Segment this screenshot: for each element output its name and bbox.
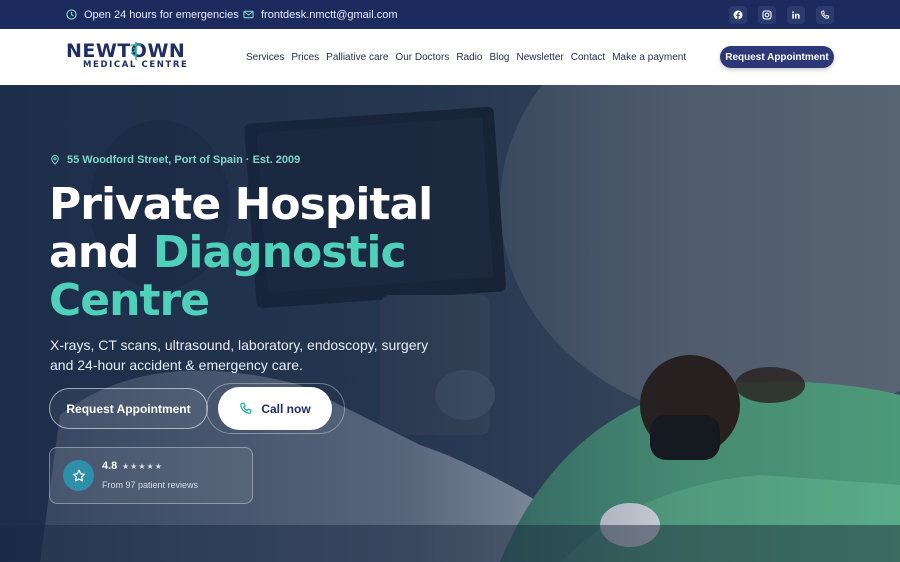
nav-item-palliative-care[interactable]: Palliative care — [326, 52, 388, 63]
phone-icon — [821, 10, 830, 19]
address-text: 55 Woodford Street, Port of Spain · Est.… — [67, 154, 301, 166]
phone-icon — [240, 401, 253, 414]
top-bar: Open 24 hours for emergencies frontdesk.… — [0, 0, 900, 29]
nav-item-services[interactable]: Services — [246, 52, 284, 63]
call-now-button[interactable]: Call now — [218, 387, 332, 430]
nav-item-contact[interactable]: Contact — [571, 52, 605, 63]
call-now-label: Call now — [261, 401, 311, 416]
rating-note: From 97 patient reviews — [102, 480, 199, 490]
clock-icon — [66, 9, 77, 20]
mail-icon — [243, 10, 254, 19]
facebook-icon — [733, 10, 743, 20]
rating-card: 4.8 ★★★★★ From 97 patient reviews — [49, 447, 253, 504]
hero-headline: Private Hospital and Diagnostic Centre — [49, 179, 433, 326]
nav-item-newsletter[interactable]: Newsletter — [516, 52, 563, 63]
email-text: frontdesk.nmctt@gmail.com — [261, 8, 398, 21]
email-link[interactable]: frontdesk.nmctt@gmail.com — [243, 0, 398, 29]
headline-line-1: Private Hospital — [49, 179, 433, 230]
site-logo[interactable]: NEWTOWN MEDICAL CENTRE — [66, 40, 200, 73]
hero-section: 55 Woodford Street, Port of Spain · Est.… — [0, 85, 900, 562]
instagram-icon — [762, 10, 772, 20]
rating-score: 4.8 — [102, 460, 118, 472]
nav-item-make-payment[interactable]: Make a payment — [612, 52, 686, 63]
headline-accent-diagnostic: Diagnostic — [152, 227, 407, 278]
primary-nav: Services Prices Palliative care Our Doct… — [246, 29, 686, 85]
hero-request-appointment-button[interactable]: Request Appointment — [49, 388, 208, 429]
logo-subtitle: MEDICAL CENTRE — [83, 60, 189, 70]
instagram-link[interactable] — [758, 6, 776, 24]
linkedin-icon — [792, 11, 800, 19]
rating-stars: ★★★★★ — [122, 462, 163, 471]
nav-item-prices[interactable]: Prices — [291, 52, 319, 63]
phone-link[interactable] — [816, 6, 834, 24]
nav-item-our-doctors[interactable]: Our Doctors — [395, 52, 449, 63]
hours-info: Open 24 hours for emergencies — [66, 0, 239, 29]
headline-accent-centre: Centre — [49, 275, 210, 326]
nav-item-radio[interactable]: Radio — [456, 52, 482, 63]
headline-line-2a: and — [49, 227, 153, 278]
caduceus-icon — [131, 42, 141, 60]
main-navbar: NEWTOWN MEDICAL CENTRE Services Prices P… — [0, 29, 900, 85]
hours-text: Open 24 hours for emergencies — [84, 8, 239, 21]
logo-wordmark: NEWTOWN — [66, 40, 186, 62]
hero-address: 55 Woodford Street, Port of Spain · Est.… — [50, 154, 300, 166]
hero-lead: X-rays, CT scans, ultrasound, laboratory… — [50, 337, 429, 373]
request-appointment-button[interactable]: Request Appointment — [720, 46, 834, 68]
linkedin-link[interactable] — [787, 6, 805, 24]
star-icon — [72, 469, 85, 481]
facebook-link[interactable] — [729, 6, 747, 24]
social-links — [729, 6, 834, 24]
map-pin-icon — [51, 155, 59, 165]
rating-badge — [63, 460, 94, 491]
nav-item-blog[interactable]: Blog — [489, 52, 509, 63]
